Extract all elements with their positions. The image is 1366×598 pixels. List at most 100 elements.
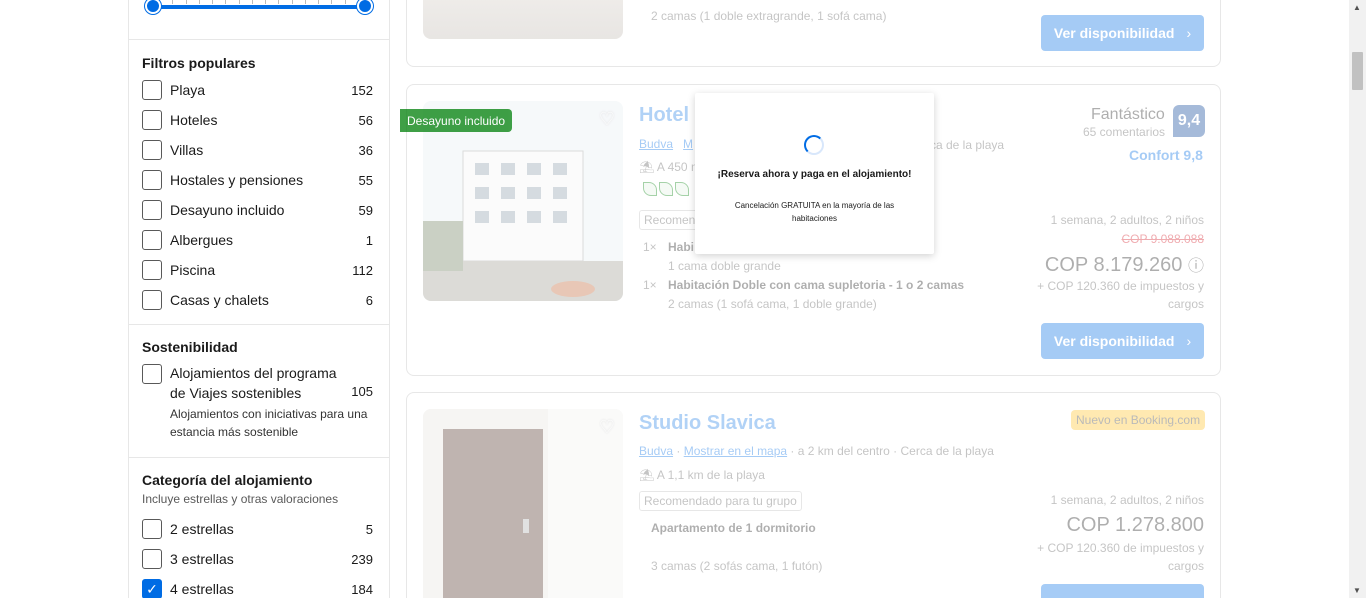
breakfast-included-badge: Desayuno incluido bbox=[400, 109, 513, 132]
filter-label: Hostales y pensiones bbox=[170, 172, 304, 188]
checkbox[interactable] bbox=[142, 549, 162, 569]
popup-title: ¡Reserva ahora y paga en el alojamiento! bbox=[717, 169, 912, 180]
taxes-text: + COP 120.360 de impuestos y cargos bbox=[1037, 541, 1204, 573]
checkbox[interactable] bbox=[142, 80, 162, 100]
filter-4-stars[interactable]: ✓ 4 estrellas 184 bbox=[142, 574, 373, 598]
filter-label: Playa bbox=[170, 82, 206, 98]
center-distance: a 2 km del centro bbox=[797, 444, 890, 458]
popular-filters-section: Filtros populares Playa 152 Hoteles 56 Vil… bbox=[129, 41, 389, 325]
filter-description: Alojamientos con iniciativas para una es… bbox=[170, 407, 368, 439]
checkbox[interactable] bbox=[142, 140, 162, 160]
property-title[interactable]: Studio Slavica bbox=[639, 412, 776, 435]
room-beds: 3 camas (2 sofás cama, 1 futón) bbox=[651, 559, 823, 573]
checkbox[interactable] bbox=[142, 260, 162, 280]
checkbox[interactable] bbox=[142, 364, 162, 384]
filter-count: 36 bbox=[358, 142, 373, 158]
slider-max-handle[interactable] bbox=[357, 0, 373, 14]
location-row: Budva M bbox=[639, 137, 693, 151]
review-count: 65 comentarios bbox=[1083, 125, 1166, 139]
info-icon[interactable]: ⓘ bbox=[1188, 258, 1204, 275]
checkbox[interactable] bbox=[142, 519, 162, 539]
loading-popup: ¡Reserva ahora y paga en el alojamiento!… bbox=[695, 93, 934, 254]
filter-sustainable-travel[interactable]: Alojamientos del programa de Viajes sost… bbox=[142, 363, 373, 403]
checkbox[interactable] bbox=[142, 230, 162, 250]
property-photo[interactable]: ♡ bbox=[423, 409, 623, 598]
filter-count: 6 bbox=[365, 292, 373, 308]
filter-count: 239 bbox=[351, 551, 373, 567]
room-name: Habitación Doble con cama supletoria - 1… bbox=[668, 278, 965, 292]
see-availability-button[interactable] bbox=[1041, 584, 1204, 598]
filters-sidebar: Filtros populares Playa 152 Hoteles 56 Vil… bbox=[128, 0, 390, 598]
filter-count: 59 bbox=[358, 202, 373, 218]
filter-hostales[interactable]: Hostales y pensiones 55 bbox=[142, 165, 373, 195]
leaf-icon bbox=[643, 182, 657, 196]
filter-label: Desayuno incluido bbox=[170, 202, 285, 218]
original-price: COP 9.088.088 bbox=[1121, 232, 1204, 246]
filter-3-stars[interactable]: 3 estrellas 239 bbox=[142, 544, 373, 574]
review-score-badge[interactable]: 9,4 bbox=[1173, 105, 1205, 137]
filter-casas[interactable]: Casas y chalets 6 bbox=[142, 285, 373, 315]
search-results-page: Filtros populares Playa 152 Hoteles 56 Vil… bbox=[0, 0, 1366, 598]
filter-playa[interactable]: Playa 152 bbox=[142, 75, 373, 105]
see-availability-button[interactable]: Ver disponibilidad › bbox=[1041, 323, 1204, 359]
current-price: COP 1.278.800 bbox=[1066, 514, 1204, 536]
location-row: Budva · Mostrar en el mapa · a 2 km del … bbox=[639, 444, 994, 458]
slider-min-handle[interactable] bbox=[145, 0, 161, 14]
filter-count: 152 bbox=[351, 82, 373, 98]
show-on-map-link[interactable]: M bbox=[683, 137, 693, 151]
room-quantity: 1× bbox=[643, 240, 657, 254]
filter-count: 56 bbox=[358, 112, 373, 128]
room-beds: 2 camas (1 sofá cama, 1 doble grande) bbox=[668, 297, 877, 311]
chevron-right-icon: › bbox=[1186, 333, 1192, 349]
filter-2-stars[interactable]: 2 estrellas 5 bbox=[142, 514, 373, 544]
filter-label: Alojamientos del programa de Viajes sost… bbox=[170, 365, 337, 401]
room-beds: 1 cama doble grande bbox=[668, 259, 781, 273]
filter-hoteles[interactable]: Hoteles 56 bbox=[142, 105, 373, 135]
section-title: Filtros populares bbox=[142, 55, 256, 71]
current-price: COP 8.179.260 ⓘ bbox=[1045, 252, 1204, 277]
distance-text: A 1,1 km de la playa bbox=[656, 468, 765, 482]
scroll-down-arrow-icon[interactable]: ▼ bbox=[1353, 586, 1361, 595]
filter-label: Villas bbox=[170, 142, 204, 158]
sustainability-section: Sostenibilidad Alojamientos del programa… bbox=[129, 325, 389, 458]
heart-icon[interactable]: ♡ bbox=[599, 417, 615, 438]
popup-subtitle: Cancelación GRATUITA en la mayoría de la… bbox=[734, 201, 895, 223]
scroll-up-arrow-icon[interactable]: ▲ bbox=[1353, 3, 1361, 12]
filter-label: Casas y chalets bbox=[170, 292, 269, 308]
section-title: Categoría del alojamiento bbox=[142, 472, 313, 488]
filter-villas[interactable]: Villas 36 bbox=[142, 135, 373, 165]
checkbox[interactable] bbox=[142, 200, 162, 220]
stay-details: 1 semana, 2 adultos, 2 niños bbox=[1050, 493, 1204, 507]
vertical-scrollbar[interactable]: ▲ ▼ bbox=[1349, 0, 1366, 598]
town-link[interactable]: Budva bbox=[639, 444, 673, 458]
scrollbar-thumb[interactable] bbox=[1352, 52, 1363, 90]
property-card: 2 camas (1 doble extragrande, 1 sofá cam… bbox=[406, 0, 1221, 67]
filter-desayuno[interactable]: Desayuno incluido 59 bbox=[142, 195, 373, 225]
studio-photo-illustration bbox=[423, 409, 623, 598]
checkbox-checked[interactable]: ✓ bbox=[142, 579, 162, 598]
filter-piscina[interactable]: Piscina 112 bbox=[142, 255, 373, 285]
property-title[interactable]: Hotel bbox=[639, 104, 689, 127]
chevron-right-icon: › bbox=[1186, 25, 1192, 41]
heart-icon[interactable]: ♡ bbox=[599, 109, 615, 130]
taxes-text: + COP 120.360 de impuestos y cargos bbox=[1037, 279, 1204, 311]
near-beach-text: Cerca de la playa bbox=[900, 444, 994, 458]
property-photo[interactable] bbox=[423, 0, 623, 39]
show-on-map-link[interactable]: Mostrar en el mapa bbox=[684, 444, 787, 458]
room-beds: 2 camas (1 doble extragrande, 1 sofá cam… bbox=[651, 9, 887, 23]
checkbox[interactable] bbox=[142, 170, 162, 190]
filter-count: 5 bbox=[365, 521, 373, 537]
filter-albergues[interactable]: Albergues 1 bbox=[142, 225, 373, 255]
filter-count: 55 bbox=[358, 172, 373, 188]
checkbox[interactable] bbox=[142, 290, 162, 310]
town-link[interactable]: Budva bbox=[639, 137, 673, 151]
checkbox[interactable] bbox=[142, 110, 162, 130]
room-quantity: 1× bbox=[643, 278, 657, 292]
see-availability-button[interactable]: Ver disponibilidad › bbox=[1041, 15, 1204, 51]
new-on-booking-badge: Nuevo en Booking.com bbox=[1071, 410, 1206, 430]
recommended-badge: Recomendado para tu grupo bbox=[639, 491, 802, 511]
price-range-slider[interactable] bbox=[129, 0, 389, 40]
filter-label: Albergues bbox=[170, 232, 234, 248]
filter-label: 2 estrellas bbox=[170, 521, 234, 537]
near-beach-text: rca de la playa bbox=[926, 138, 1005, 152]
